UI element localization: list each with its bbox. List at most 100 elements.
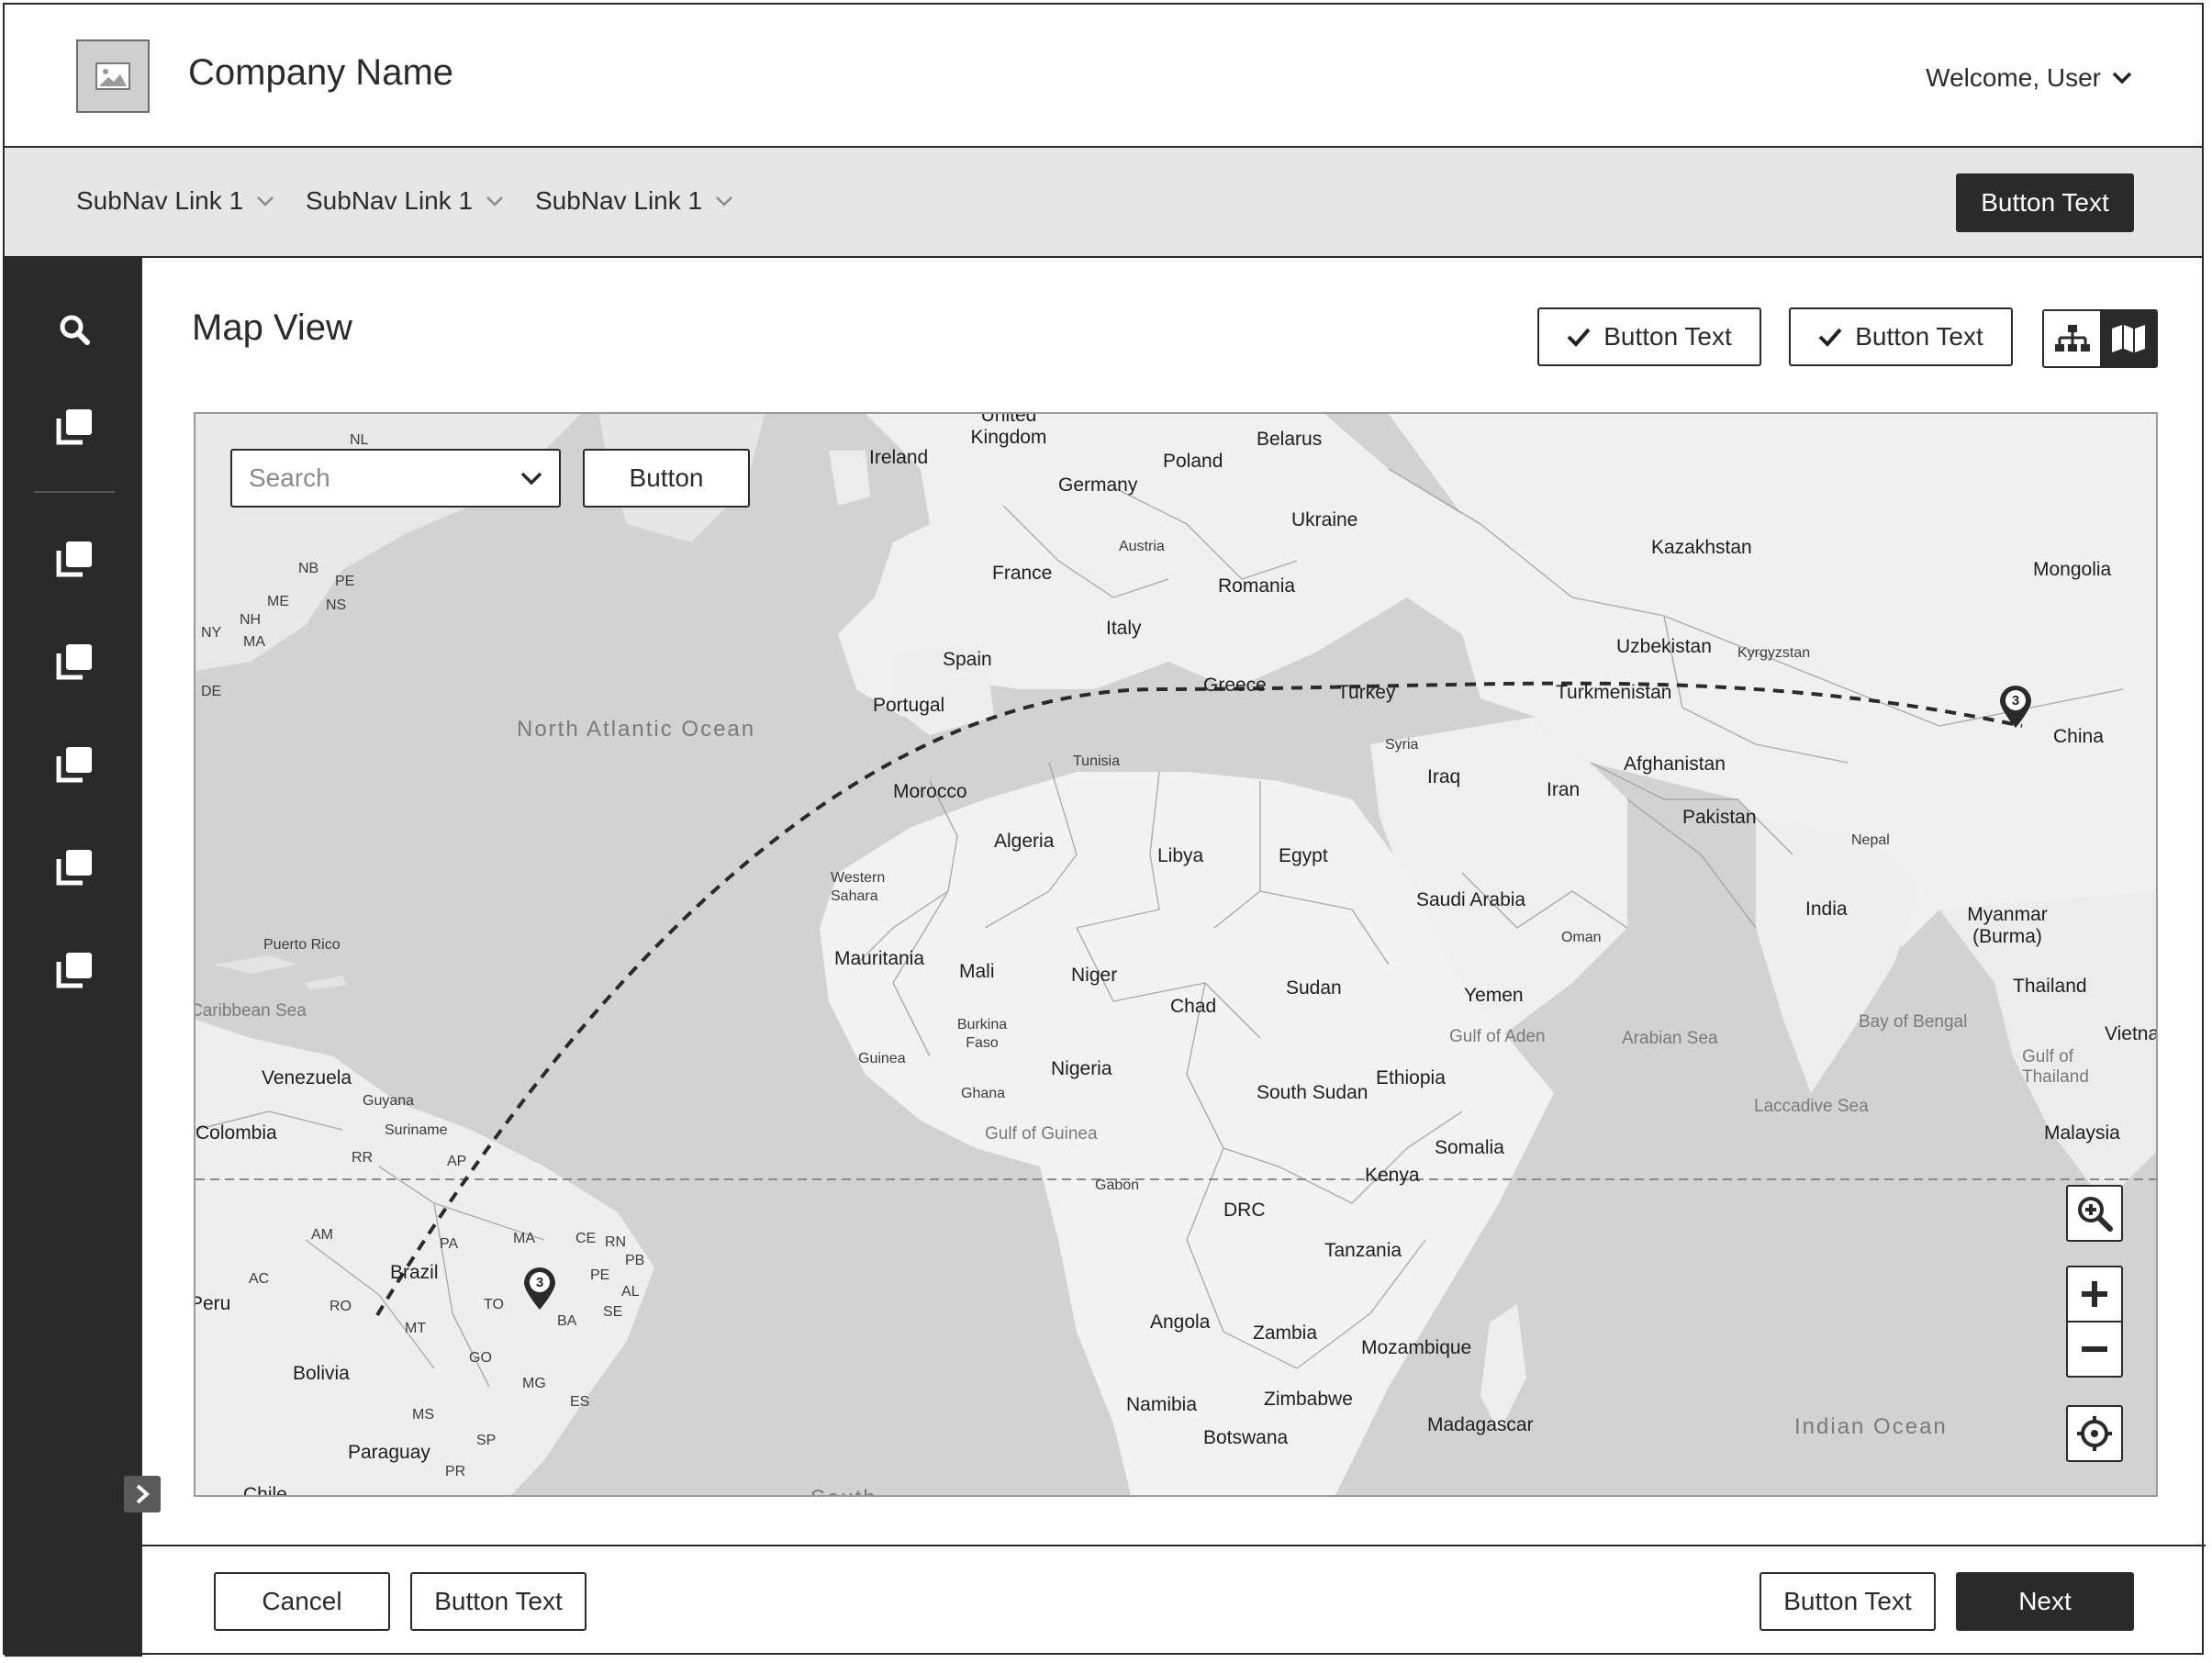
state-label: DE — [201, 684, 222, 699]
state-label: MG — [522, 1376, 546, 1391]
country-label: Chad — [1170, 996, 1217, 1017]
sidebar-expand-button[interactable] — [124, 1476, 161, 1512]
country-label: Puerto Rico — [263, 937, 341, 953]
zoom-search-icon[interactable] — [2066, 1185, 2123, 1242]
chevron-down-icon — [520, 472, 542, 486]
subnav-action-button[interactable]: Button Text — [1956, 173, 2134, 232]
state-label: RN — [605, 1234, 627, 1250]
country-label: Sudan — [1286, 977, 1342, 999]
ocean-label: Indian Ocean — [1794, 1414, 1948, 1439]
chevron-down-icon — [716, 196, 732, 206]
country-label: Zimbabwe — [1264, 1389, 1353, 1410]
country-label: Chile — [243, 1484, 287, 1497]
country-label: Libya — [1157, 845, 1204, 866]
state-label: AC — [249, 1271, 270, 1287]
state-label: GO — [469, 1350, 492, 1366]
copy-icon[interactable] — [54, 539, 95, 579]
country-label: Venezuela — [262, 1067, 352, 1088]
country-label: France — [992, 563, 1053, 584]
state-label: MS — [412, 1407, 434, 1423]
hierarchy-icon[interactable] — [2044, 311, 2100, 366]
country-label: Saudi Arabia — [1416, 889, 1526, 910]
country-label: Nepal — [1851, 832, 1890, 848]
country-label: Namibia — [1126, 1394, 1198, 1415]
country-label: Iraq — [1427, 766, 1461, 787]
state-label: NH — [240, 612, 262, 628]
country-label: Ireland — [869, 447, 929, 468]
country-label: South Sudan — [1257, 1082, 1369, 1103]
country-label: Greece — [1203, 675, 1267, 696]
water-label: Gulf of Aden — [1449, 1027, 1546, 1046]
view-toggle — [2042, 309, 2158, 368]
country-label: Malaysia — [2044, 1122, 2120, 1144]
check-button-label: Button Text — [1855, 322, 1983, 351]
state-label: CE — [575, 1231, 597, 1246]
locate-icon[interactable] — [2066, 1405, 2123, 1462]
country-label: India — [1805, 898, 1848, 920]
country-label: Turkmenistan — [1556, 682, 1672, 703]
app-window: Company Name Welcome, User SubNav Link 1… — [3, 3, 2206, 1657]
country-label: Afghanistan — [1624, 753, 1726, 775]
plus-icon[interactable] — [2066, 1266, 2123, 1323]
country-label: Ghana — [961, 1086, 1006, 1101]
chevron-down-icon — [257, 196, 274, 206]
state-label: RR — [352, 1150, 374, 1166]
search-select[interactable]: Search — [230, 449, 561, 508]
map-pin[interactable]: 3 3 — [522, 1266, 557, 1311]
ocean-label: North Atlantic Ocean — [517, 717, 756, 742]
country-label: Mali — [959, 961, 995, 982]
country-label: Angola — [1150, 1311, 1211, 1333]
cancel-button[interactable]: Cancel — [214, 1572, 390, 1631]
country-label: China — [2053, 726, 2104, 747]
user-menu[interactable]: Welcome, User — [1926, 63, 2132, 93]
state-label: PA — [440, 1236, 459, 1252]
subnav-link-label: SubNav Link 1 — [306, 186, 474, 215]
map-search-button[interactable]: Button — [583, 449, 750, 508]
footer-secondary-button-left[interactable]: Button Text — [410, 1572, 587, 1631]
country-label: Ethiopia — [1376, 1067, 1446, 1088]
water-label: Caribbean Sea — [194, 1001, 307, 1021]
country-label: Mozambique — [1361, 1337, 1472, 1358]
copy-icon[interactable] — [54, 847, 95, 887]
country-label: Poland — [1163, 451, 1223, 472]
water-label: Arabian Sea — [1622, 1029, 1718, 1048]
country-label: Nigeria — [1051, 1058, 1112, 1079]
search-icon[interactable] — [54, 309, 95, 350]
copy-icon[interactable] — [54, 642, 95, 682]
country-label: Brazil — [390, 1262, 439, 1283]
check-button-2[interactable]: Button Text — [1789, 307, 2013, 366]
copy-icon[interactable] — [54, 744, 95, 785]
sidebar — [5, 258, 142, 1657]
map-icon[interactable] — [2100, 311, 2156, 366]
map-canvas[interactable]: North Atlantic Ocean Indian Ocean South … — [194, 412, 2158, 1497]
country-label: Tunisia — [1073, 753, 1120, 769]
country-label: Iran — [1547, 779, 1581, 800]
minus-icon[interactable] — [2066, 1321, 2123, 1378]
subnav-link-1[interactable]: SubNav Link 1 — [76, 186, 274, 216]
copy-icon[interactable] — [54, 407, 95, 447]
state-label: RO — [330, 1299, 352, 1314]
page-title: Map View — [192, 307, 352, 348]
subnav: SubNav Link 1 SubNav Link 1 SubNav Link … — [5, 148, 2202, 258]
chevron-down-icon — [2112, 72, 2132, 84]
country-label: Tanzania — [1324, 1240, 1402, 1261]
country-label: Peru — [194, 1293, 231, 1314]
map-land-shapes — [196, 414, 2156, 1495]
footer-secondary-button-right[interactable]: Button Text — [1760, 1572, 1936, 1631]
check-button-1[interactable]: Button Text — [1537, 307, 1761, 366]
water-label: Bay of Bengal — [1859, 1012, 1968, 1032]
country-label: Uzbekistan — [1616, 636, 1712, 657]
map-pin[interactable]: 3 3 — [1998, 684, 2033, 730]
country-label: Paraguay — [348, 1442, 430, 1463]
subnav-link-2[interactable]: SubNav Link 1 — [306, 186, 504, 216]
country-label: Guyana — [363, 1093, 415, 1109]
country-label: Madagascar — [1427, 1414, 1534, 1435]
subnav-link-3[interactable]: SubNav Link 1 — [535, 186, 733, 216]
country-label: Botswana — [1203, 1427, 1289, 1448]
next-button[interactable]: Next — [1956, 1572, 2134, 1631]
country-label: Egypt — [1279, 845, 1328, 866]
country-label: Oman — [1561, 930, 1602, 945]
country-label: Zambia — [1253, 1323, 1318, 1344]
copy-icon[interactable] — [54, 950, 95, 990]
state-label: NB — [298, 561, 319, 576]
